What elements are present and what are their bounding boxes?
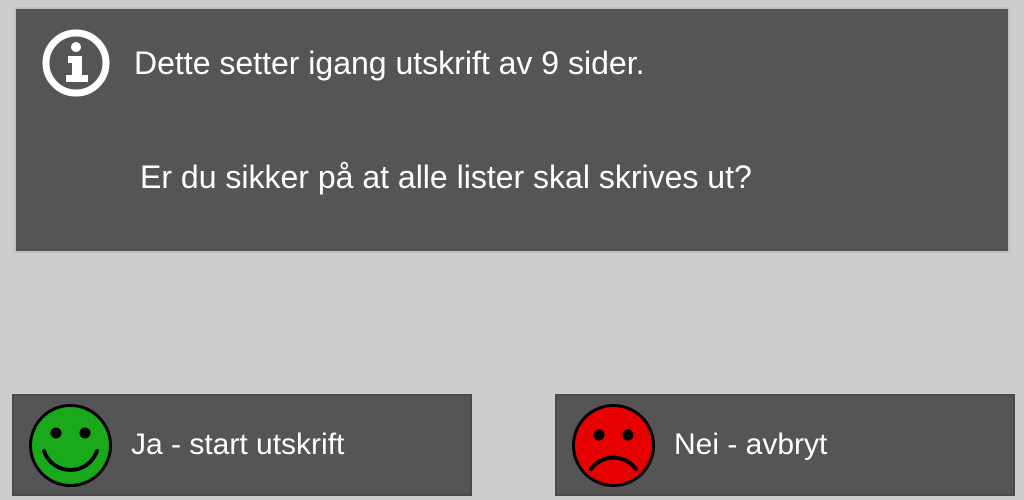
- yes-button-label: Ja - start utskrift: [131, 428, 344, 462]
- message-line-1: Dette setter igang utskrift av 9 sider.: [134, 45, 644, 82]
- smiley-face-icon: [28, 403, 113, 488]
- message-row-1: Dette setter igang utskrift av 9 sider.: [40, 27, 984, 99]
- message-line-2: Er du sikker på at alle lister skal skri…: [140, 159, 984, 196]
- info-icon: [40, 27, 112, 99]
- confirmation-message-panel: Dette setter igang utskrift av 9 sider. …: [14, 7, 1010, 253]
- no-button-label: Nei - avbryt: [674, 428, 827, 462]
- sad-face-icon: [571, 403, 656, 488]
- yes-start-print-button[interactable]: Ja - start utskrift: [12, 394, 472, 496]
- no-cancel-button[interactable]: Nei - avbryt: [555, 394, 1015, 496]
